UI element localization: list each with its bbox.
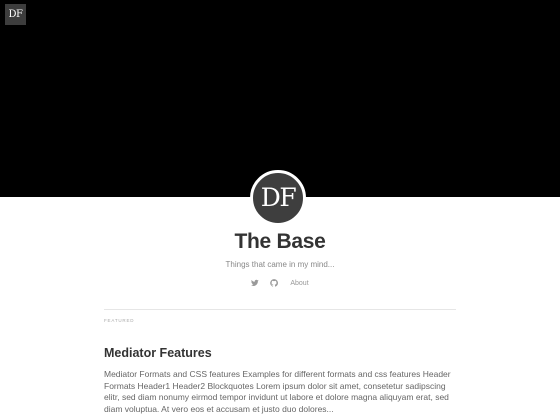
- blog-logo-link[interactable]: DF: [5, 4, 26, 25]
- site-title: The Base: [234, 230, 326, 253]
- post-title-link[interactable]: Mediator Features: [104, 346, 212, 360]
- social-links: About: [0, 279, 560, 289]
- twitter-icon[interactable]: [251, 279, 261, 289]
- about-link[interactable]: About: [290, 279, 308, 289]
- hero-cover-image: [0, 0, 560, 197]
- featured-section-label: FEATURED: [104, 318, 135, 323]
- post-excerpt: Mediator Formats and CSS features Exampl…: [104, 369, 451, 414]
- site-description: Things that came in my mind...: [225, 260, 335, 269]
- section-divider: [104, 309, 456, 310]
- author-avatar: DF: [250, 170, 306, 226]
- github-icon[interactable]: [270, 279, 280, 289]
